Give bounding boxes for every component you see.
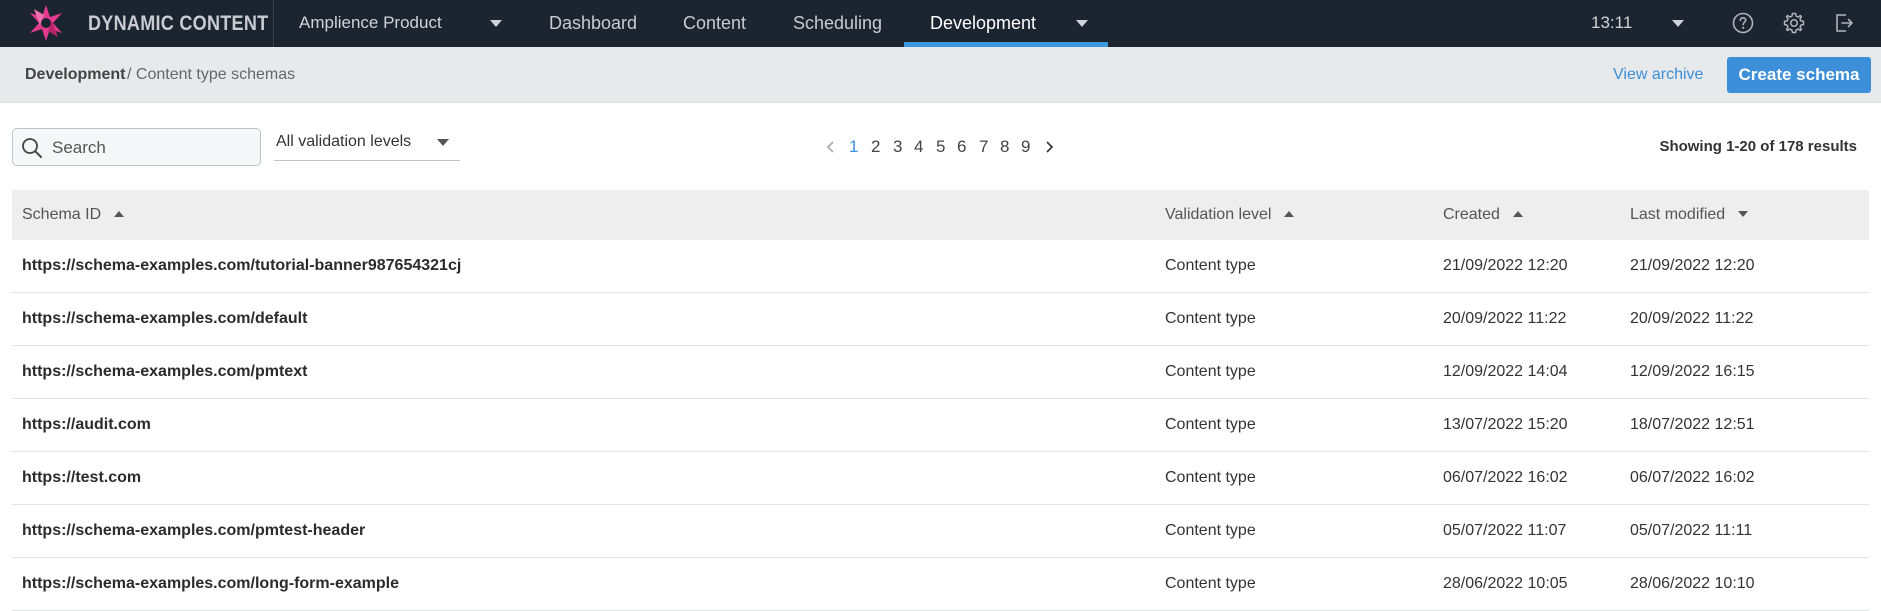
validation-level-cell: Content type: [1165, 310, 1256, 327]
created-cell: 13/07/2022 15:20: [1443, 416, 1568, 433]
schema-id-link[interactable]: https://schema-examples.com/pmtext: [22, 363, 307, 381]
clock-time[interactable]: 13:11: [1591, 13, 1632, 33]
nav-development[interactable]: Development: [930, 13, 1036, 34]
next-page-icon[interactable]: [1044, 140, 1054, 154]
last-modified-cell: 05/07/2022 11:11: [1630, 522, 1753, 539]
breadcrumb-root[interactable]: Development: [25, 66, 125, 84]
table-row[interactable]: https://schema-examples.com/pmtext Conte…: [12, 346, 1869, 399]
clock-dropdown-chevron-icon[interactable]: [1672, 20, 1684, 27]
created-cell: 05/07/2022 11:07: [1443, 522, 1567, 539]
sort-ascending-icon: [1512, 211, 1523, 217]
search-box[interactable]: [12, 128, 261, 166]
nav-dashboard[interactable]: Dashboard: [549, 13, 637, 34]
column-header-last-modified-label: Last modified: [1630, 206, 1726, 223]
validation-level-cell: Content type: [1165, 416, 1256, 433]
table-row[interactable]: https://schema-examples.com/default Cont…: [12, 293, 1869, 346]
schema-id-link[interactable]: https://schema-examples.com/pmtest-heade…: [22, 522, 365, 540]
created-cell: 06/07/2022 16:02: [1443, 469, 1568, 486]
nav-content[interactable]: Content: [683, 13, 746, 34]
column-header-schema-id[interactable]: Schema ID: [22, 206, 125, 224]
page-header: Development / Content type schemas View …: [0, 47, 1881, 103]
schema-id-link[interactable]: https://test.com: [22, 469, 141, 487]
page-4[interactable]: 4: [914, 137, 923, 157]
column-header-created[interactable]: Created: [1443, 206, 1523, 224]
last-modified-cell: 21/09/2022 12:20: [1630, 257, 1755, 274]
table-header: Schema ID Validation level Created Last …: [12, 190, 1869, 240]
schema-id-link[interactable]: https://schema-examples.com/long-form-ex…: [22, 575, 399, 593]
table-row[interactable]: https://test.com Content type 06/07/2022…: [12, 452, 1869, 505]
schema-id-link[interactable]: https://schema-examples.com/default: [22, 310, 307, 328]
prev-page-icon[interactable]: [826, 140, 836, 154]
development-dropdown-chevron-icon[interactable]: [1076, 20, 1088, 27]
last-modified-cell: 18/07/2022 12:51: [1630, 416, 1755, 433]
table-row[interactable]: https://schema-examples.com/tutorial-ban…: [12, 240, 1869, 293]
table-row[interactable]: https://schema-examples.com/pmtest-heade…: [12, 505, 1869, 558]
view-archive-link[interactable]: View archive: [1613, 66, 1703, 84]
logout-icon[interactable]: [1832, 11, 1856, 35]
search-input[interactable]: [52, 138, 252, 158]
last-modified-cell: 28/06/2022 10:10: [1630, 575, 1755, 592]
table-row[interactable]: https://audit.com Content type 13/07/202…: [12, 399, 1869, 452]
dynamic-content-logo-icon: [30, 5, 62, 41]
page-5[interactable]: 5: [936, 137, 945, 157]
created-cell: 12/09/2022 14:04: [1443, 363, 1568, 380]
help-icon[interactable]: [1731, 11, 1755, 35]
column-header-created-label: Created: [1443, 206, 1500, 223]
schema-id-link[interactable]: https://audit.com: [22, 416, 151, 434]
last-modified-cell: 12/09/2022 16:15: [1630, 363, 1755, 380]
column-header-validation-level-label: Validation level: [1165, 206, 1272, 223]
validation-level-chevron-icon: [437, 139, 449, 146]
breadcrumb-current: / Content type schemas: [127, 66, 296, 83]
hub-dropdown-chevron-icon[interactable]: [490, 20, 502, 27]
search-icon: [22, 138, 42, 158]
created-cell: 21/09/2022 12:20: [1443, 257, 1568, 274]
top-nav-bar: DYNAMIC CONTENT Amplience Product Dashbo…: [0, 0, 1881, 47]
table-row[interactable]: https://schema-examples.com/long-form-ex…: [12, 558, 1869, 611]
validation-level-cell: Content type: [1165, 575, 1256, 592]
created-cell: 28/06/2022 10:05: [1443, 575, 1568, 592]
page-9[interactable]: 9: [1021, 137, 1030, 157]
schema-id-link[interactable]: https://schema-examples.com/tutorial-ban…: [22, 257, 461, 275]
page-7[interactable]: 7: [979, 137, 988, 157]
column-header-validation-level[interactable]: Validation level: [1165, 206, 1295, 224]
nav-divider: [273, 0, 274, 47]
create-schema-button[interactable]: Create schema: [1727, 57, 1871, 93]
brand-name: DYNAMIC CONTENT: [88, 12, 269, 35]
created-cell: 20/09/2022 11:22: [1443, 310, 1567, 327]
column-header-last-modified[interactable]: Last modified: [1630, 206, 1749, 224]
validation-level-value: All validation levels: [276, 133, 412, 150]
results-count: Showing 1-20 of 178 results: [1659, 138, 1857, 155]
page-1[interactable]: 1: [849, 137, 858, 157]
gear-icon[interactable]: [1782, 11, 1806, 35]
nav-scheduling[interactable]: Scheduling: [793, 13, 882, 34]
column-header-schema-id-label: Schema ID: [22, 206, 102, 223]
validation-level-cell: Content type: [1165, 469, 1256, 486]
hub-selector-label[interactable]: Amplience Product: [299, 13, 442, 33]
sort-ascending-icon: [114, 211, 125, 217]
page-6[interactable]: 6: [957, 137, 966, 157]
sort-descending-icon: [1738, 211, 1749, 217]
last-modified-cell: 20/09/2022 11:22: [1630, 310, 1754, 327]
validation-level-select[interactable]: All validation levels: [274, 128, 460, 161]
validation-level-cell: Content type: [1165, 522, 1256, 539]
last-modified-cell: 06/07/2022 16:02: [1630, 469, 1755, 486]
page-8[interactable]: 8: [1000, 137, 1009, 157]
validation-level-cell: Content type: [1165, 257, 1256, 274]
page-3[interactable]: 3: [893, 137, 902, 157]
sort-ascending-icon: [1284, 211, 1295, 217]
validation-level-cell: Content type: [1165, 363, 1256, 380]
page-2[interactable]: 2: [871, 137, 880, 157]
